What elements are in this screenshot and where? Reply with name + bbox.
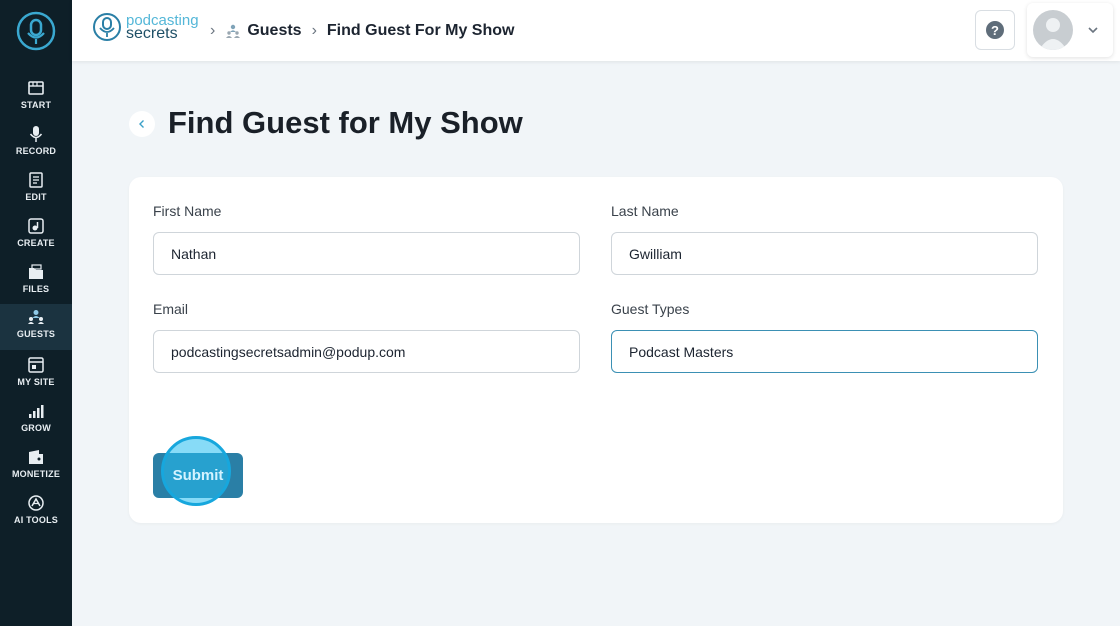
create-icon (28, 218, 44, 234)
sidebar-item-files[interactable]: FILES (0, 259, 72, 305)
guests-icon (226, 24, 241, 38)
email-field[interactable] (153, 330, 580, 373)
sidebar-item-label: AI TOOLS (14, 515, 58, 525)
sidebar-item-monetize[interactable]: MONETIZE (0, 444, 72, 490)
last-name-field[interactable] (611, 232, 1038, 275)
sidebar-item-label: FILES (22, 284, 50, 294)
brand-mic-icon (93, 13, 121, 41)
chevron-right-icon: › (210, 22, 216, 39)
sidebar-item-create[interactable]: CREATE (0, 213, 72, 259)
last-name-label: Last Name (611, 203, 679, 219)
first-name-field[interactable] (153, 232, 580, 275)
podcasting-secrets-logo-icon[interactable] (16, 11, 56, 51)
edit-icon (29, 172, 43, 188)
breadcrumb: › Guests › Find Guest For My Show (210, 19, 514, 43)
sidebar-item-ai-tools[interactable]: AI TOOLS (0, 490, 72, 536)
sidebar: START RECORD EDIT CREATE FILES GUESTS MY… (0, 0, 72, 626)
sidebar-item-label: CREATE (17, 238, 55, 248)
guest-types-field[interactable] (611, 330, 1038, 373)
sidebar-item-label: EDIT (25, 192, 47, 202)
email-label: Email (153, 301, 189, 317)
submit-button[interactable] (153, 453, 243, 498)
sidebar-item-label: GUESTS (16, 329, 56, 339)
user-menu-button[interactable] (1027, 3, 1113, 57)
guest-search-form: First Name Last Name Email Guest Types S… (129, 177, 1063, 523)
back-button[interactable] (129, 111, 155, 137)
sidebar-item-guests[interactable]: GUESTS (0, 304, 72, 350)
sidebar-item-label: RECORD (15, 146, 57, 156)
sidebar-item-edit[interactable]: EDIT (0, 167, 72, 213)
chevron-right-icon: › (311, 22, 317, 39)
help-button[interactable]: ? (975, 10, 1015, 50)
sidebar-item-grow[interactable]: GROW (0, 398, 72, 444)
chevron-down-icon (1088, 27, 1098, 34)
guests-icon (28, 310, 44, 324)
guest-types-label: Guest Types (611, 301, 690, 317)
files-icon (29, 264, 43, 279)
grow-icon (29, 405, 44, 418)
film-icon (28, 81, 44, 95)
chevron-left-icon (139, 120, 144, 128)
avatar (1033, 10, 1073, 50)
sidebar-item-label: GROW (21, 423, 51, 433)
page-title: Find Guest for My Show (168, 105, 523, 140)
microphone-icon (29, 126, 43, 142)
sidebar-item-label: MONETIZE (11, 469, 61, 479)
sidebar-item-record[interactable]: RECORD (0, 121, 72, 167)
first-name-label: First Name (153, 203, 222, 219)
ai-tools-icon (28, 495, 44, 511)
sidebar-item-my-site[interactable]: MY SITE (0, 352, 72, 398)
sidebar-item-start[interactable]: START (0, 75, 72, 121)
brand-logo[interactable]: podcasting secrets (92, 12, 199, 42)
brand-wordmark: podcasting secrets (126, 13, 199, 42)
sidebar-item-label: MY SITE (17, 377, 55, 387)
sidebar-item-label: START (20, 100, 52, 110)
user-silhouette-icon (1039, 18, 1067, 50)
breadcrumb-current: Find Guest For My Show (326, 22, 515, 39)
breadcrumb-guests[interactable]: Guests (247, 22, 301, 40)
help-icon: ? (986, 21, 1004, 39)
top-header: podcasting secrets › Guests › Find Guest… (72, 0, 1120, 61)
site-icon (28, 357, 44, 373)
monetize-icon (29, 450, 43, 464)
